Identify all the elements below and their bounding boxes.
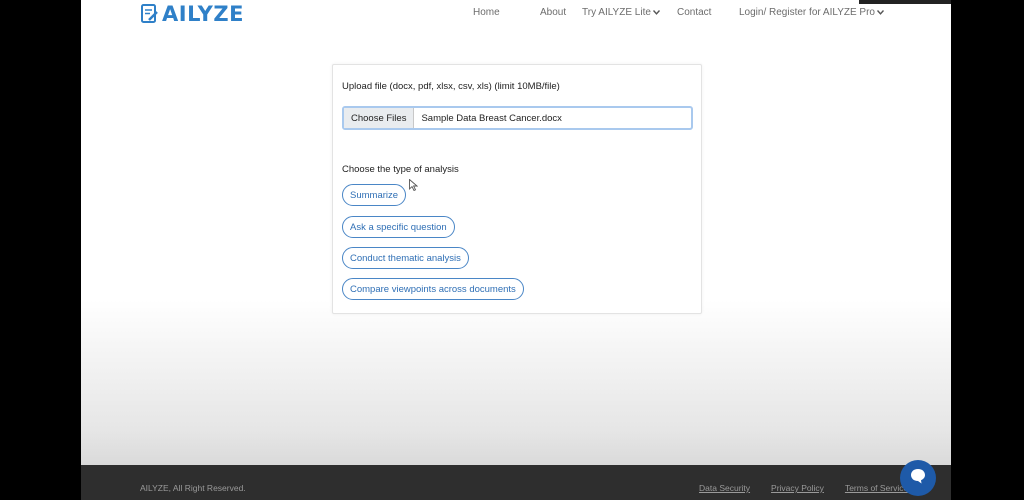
- chat-widget-button[interactable]: [900, 460, 936, 496]
- chevron-down-icon: [876, 8, 885, 17]
- top-edge-bar: [859, 0, 951, 4]
- upload-label: Upload file (docx, pdf, xlsx, csv, xls) …: [342, 81, 560, 92]
- ask-question-button[interactable]: Ask a specific question: [342, 216, 455, 238]
- thematic-analysis-button[interactable]: Conduct thematic analysis: [342, 247, 469, 269]
- footer-link-privacy-policy[interactable]: Privacy Policy: [771, 483, 824, 493]
- chat-bubble-icon: [909, 467, 927, 490]
- selected-file-name: Sample Data Breast Cancer.docx: [421, 112, 562, 124]
- main-nav: Home About Try AILYZE Lite Contact Login…: [473, 7, 885, 18]
- nav-try-lite[interactable]: Try AILYZE Lite: [582, 7, 677, 18]
- footer-link-data-security[interactable]: Data Security: [699, 483, 750, 493]
- footer-link-terms-of-service[interactable]: Terms of Service: [845, 483, 908, 493]
- compare-viewpoints-button[interactable]: Compare viewpoints across documents: [342, 278, 524, 300]
- nav-contact[interactable]: Contact: [677, 7, 739, 18]
- nav-try-lite-label: Try AILYZE Lite: [582, 7, 651, 18]
- choose-files-button[interactable]: Choose Files: [344, 108, 415, 128]
- site-footer: AILYZE, All Right Reserved. Data Securit…: [81, 465, 951, 500]
- mouse-cursor-icon: [409, 178, 419, 196]
- nav-login-register[interactable]: Login/ Register for AILYZE Pro: [739, 7, 885, 18]
- file-upload-input[interactable]: Choose Files Sample Data Breast Cancer.d…: [342, 106, 693, 130]
- nav-login-register-label: Login/ Register for AILYZE Pro: [739, 7, 875, 18]
- brand-name: AILYZE: [162, 2, 244, 26]
- app-window: AILYZE Home About Try AILYZE Lite Contac…: [81, 0, 951, 500]
- nav-home-label: Home: [473, 7, 500, 18]
- analysis-card: Upload file (docx, pdf, xlsx, csv, xls) …: [332, 64, 702, 314]
- copyright-text: AILYZE, All Right Reserved.: [140, 483, 246, 493]
- nav-about-label: About: [540, 7, 567, 18]
- nav-about[interactable]: About: [540, 7, 582, 18]
- document-pencil-icon: [141, 4, 159, 24]
- nav-contact-label: Contact: [677, 7, 712, 18]
- chevron-down-icon: [652, 8, 660, 17]
- footer-links: Data Security Privacy Policy Terms of Se…: [699, 483, 908, 493]
- nav-home[interactable]: Home: [473, 7, 540, 18]
- analysis-type-label: Choose the type of analysis: [342, 164, 459, 175]
- brand-logo[interactable]: AILYZE: [141, 2, 244, 26]
- summarize-button[interactable]: Summarize: [342, 184, 407, 206]
